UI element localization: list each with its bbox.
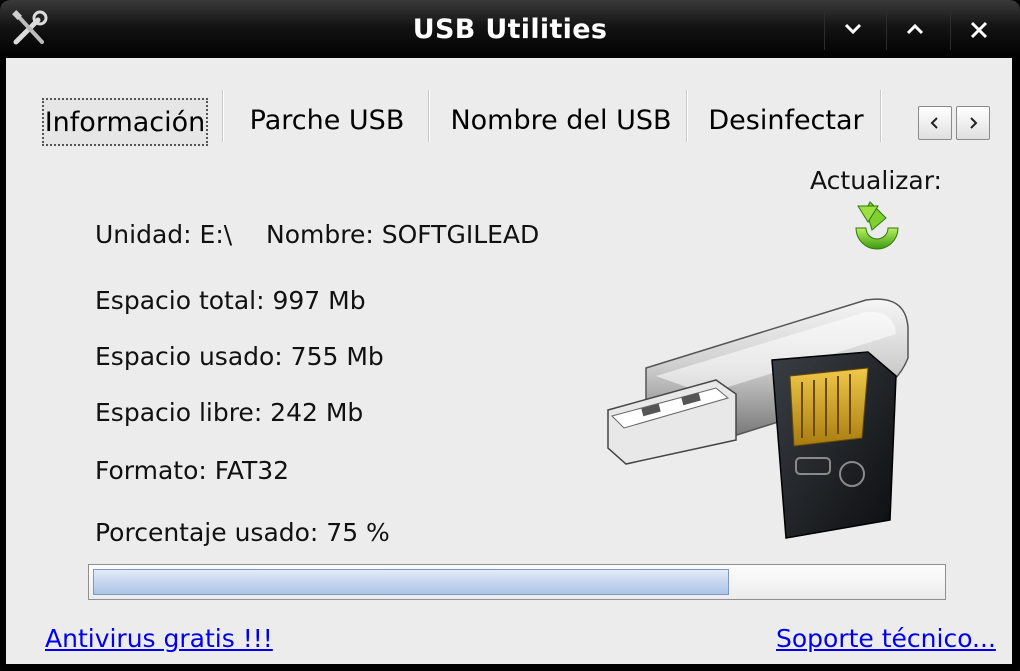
tab-separator [428,90,430,142]
client-area: Información Parche USB Nombre del USB De… [6,58,1012,664]
close-button[interactable] [950,10,1006,50]
titlebar[interactable]: USB Utilities [0,0,1020,58]
free-space: Espacio libre: 242 Mb [95,398,364,427]
tab-scroll-left-icon [930,117,938,129]
percent-used: Porcentaje usado: 75 % [95,518,390,547]
tab-nombre-del-usb[interactable]: Nombre del USB [446,98,676,146]
refresh-icon[interactable] [848,200,906,262]
maximize-button[interactable] [886,10,942,50]
tab-informacion[interactable]: Información [42,98,208,146]
drive-letter: Unidad: E:\ [95,220,233,249]
drive-name: Nombre: SOFTGILEAD [266,220,540,249]
app-window: USB Utilities Información Parche USB Nom… [0,0,1020,671]
support-link[interactable]: Soporte técnico... [776,624,996,653]
tab-scroll-left-button[interactable] [918,106,952,140]
tab-separator [880,90,882,142]
tab-desinfectar[interactable]: Desinfectar [704,98,868,146]
maximize-icon [906,23,924,35]
usage-progress-fill [93,569,729,595]
total-space: Espacio total: 997 Mb [95,286,366,315]
tab-parche-usb[interactable]: Parche USB [240,98,414,146]
tab-separator [222,90,224,142]
antivirus-link[interactable]: Antivirus gratis !!! [45,624,273,653]
tab-scroll-right-icon [970,117,978,129]
usage-progress-bar [88,564,946,600]
used-space: Espacio usado: 755 Mb [95,342,384,371]
minimize-icon [844,23,862,35]
tab-separator [686,90,688,142]
file-format: Formato: FAT32 [95,456,290,485]
close-icon [970,21,988,39]
tab-scroll-right-button[interactable] [956,106,990,140]
minimize-button[interactable] [824,10,880,50]
usb-device-icon [607,298,909,539]
refresh-label: Actualizar: [810,166,942,195]
